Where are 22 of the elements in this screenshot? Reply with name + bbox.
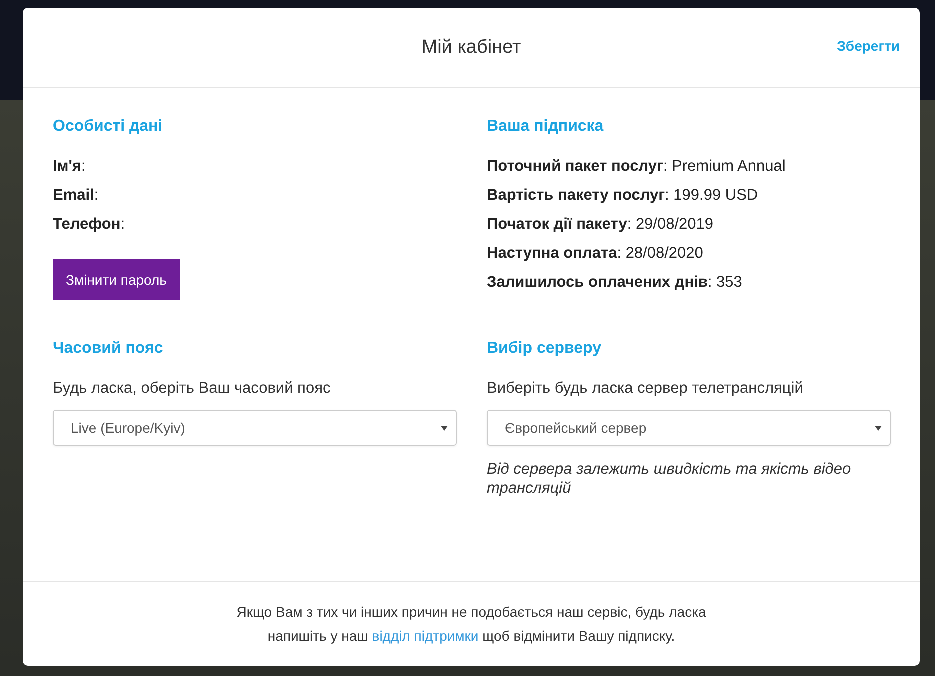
server-note: Від сервера залежить швидкість та якість відео трансляцій <box>487 460 852 498</box>
field-prompt: Виберіть будь ласка сервер телетрансляцій <box>487 380 804 398</box>
section-heading: Особисті дані <box>53 118 164 136</box>
select-field[interactable]: Live (Europe/Kyiv) <box>53 410 457 446</box>
subscription-detail: Початок дії пакету: 29/08/2019 <box>487 215 715 235</box>
section-heading: Вибір серверу <box>487 340 602 358</box>
caret-icon <box>875 426 882 430</box>
field-prompt: Будь ласка, оберіть Ваш часовий пояс <box>53 380 332 398</box>
section-heading: Часовий пояс <box>53 340 164 358</box>
caret-icon <box>441 426 448 430</box>
subscription-detail: Наступна оплата: 28/08/2020 <box>487 244 704 264</box>
field-label: Ім'я: <box>53 157 87 177</box>
subscription-detail: Вартість пакету послуг: 199.99 USD <box>487 186 760 206</box>
change-password-button[interactable]: Змінити пароль <box>53 259 180 300</box>
section-heading: Ваша підписка <box>487 118 605 136</box>
modal-title: Мій кабінет <box>422 36 522 58</box>
select-field[interactable]: Європейський сервер <box>487 410 891 446</box>
footer-message: Якщо Вам з тих чи інших причин не подобається наш сервіс, будь ласка напишіть у наш відділ підтримки щоб відмінити Вашу підписку. <box>236 603 706 646</box>
subscription-detail: Залишилось оплачених днів: 353 <box>487 273 744 293</box>
field-label: Email: <box>53 186 100 206</box>
field-label: Телефон: <box>53 215 126 235</box>
subscription-detail: Поточний пакет послуг: Premium Annual <box>487 157 787 177</box>
